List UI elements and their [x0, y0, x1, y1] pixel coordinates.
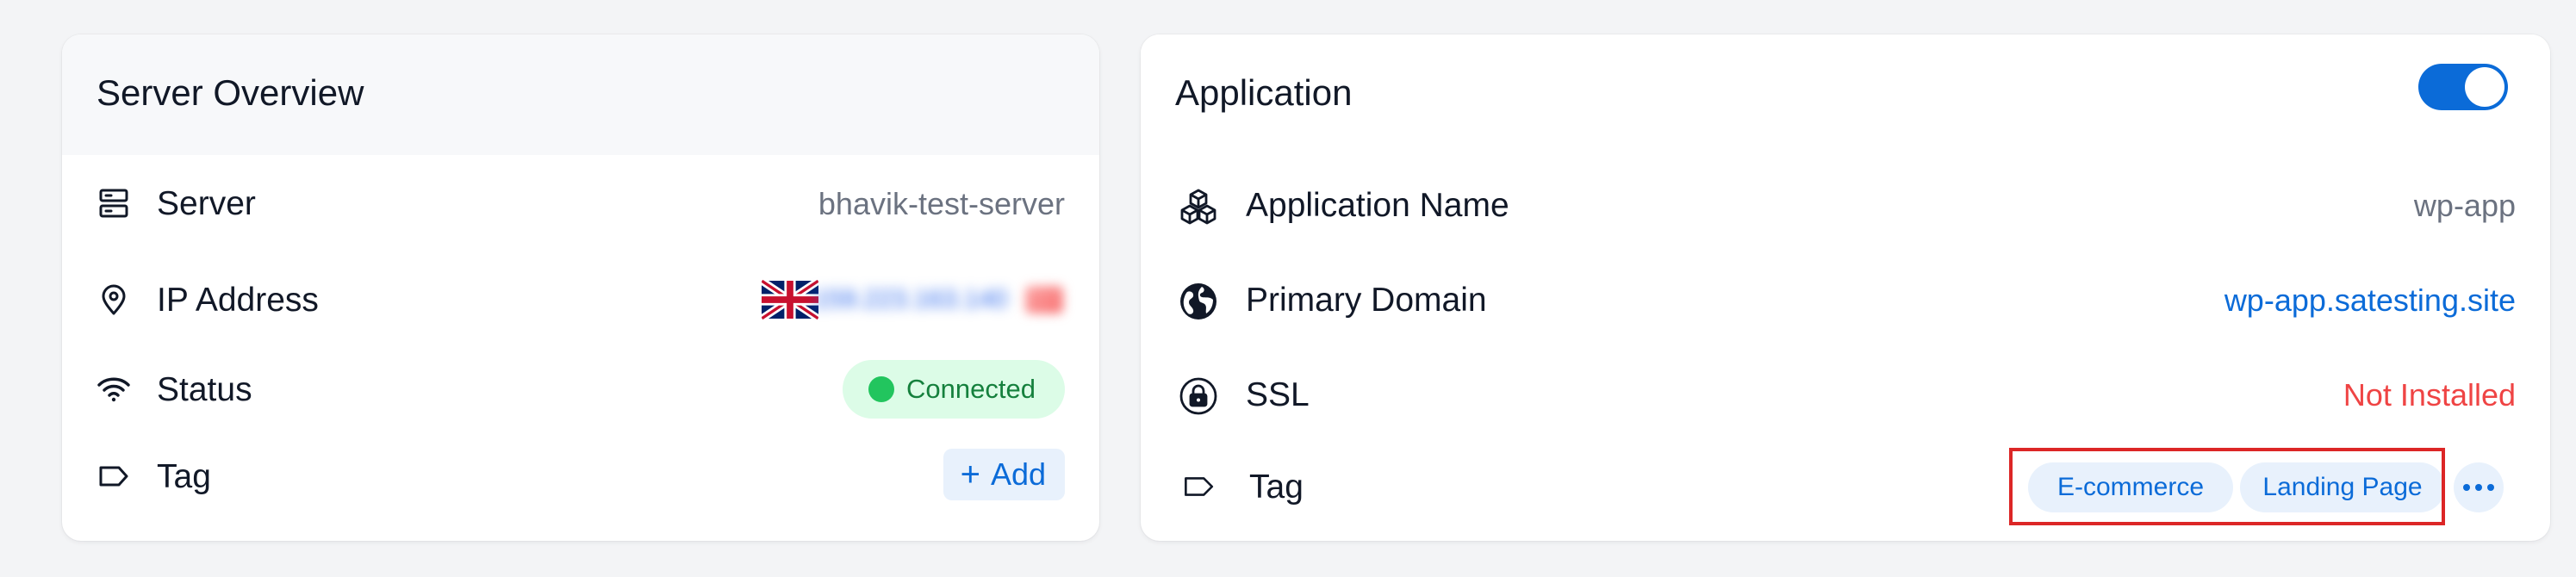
- primary-domain-link[interactable]: wp-app.satesting.site: [2224, 282, 2516, 319]
- server-icon: [99, 189, 128, 218]
- status-row: Status Connected: [62, 355, 1099, 424]
- status-badge: Connected: [843, 360, 1065, 419]
- server-tag-row: Tag + Add: [62, 442, 1099, 511]
- tag-icon: [99, 466, 128, 487]
- server-tag-label: Tag: [157, 458, 211, 495]
- application-name-row: Application Name wp-app: [1141, 171, 2550, 239]
- globe-icon: [1180, 283, 1216, 320]
- primary-domain-row: Primary Domain wp-app.satesting.site: [1141, 265, 2550, 334]
- plus-icon: +: [960, 456, 980, 493]
- server-label: Server: [157, 185, 256, 222]
- primary-domain-label: Primary Domain: [1246, 282, 1487, 319]
- server-row: Server bhavik-test-server: [62, 169, 1099, 238]
- tags-highlight-box: [2009, 448, 2445, 525]
- server-name-value: bhavik-test-server: [818, 186, 1065, 221]
- ssl-status-value: Not Installed: [2343, 377, 2516, 413]
- ssl-row: SSL Not Installed: [1141, 360, 2550, 429]
- application-name-value: wp-app: [2413, 188, 2516, 223]
- more-dot-icon: [2487, 484, 2494, 491]
- server-overview-header: Server Overview: [62, 34, 1099, 155]
- more-tags-button[interactable]: [2454, 462, 2504, 512]
- server-overview-title: Server Overview: [96, 72, 364, 113]
- map-pin-icon: [102, 284, 126, 315]
- copy-icon[interactable]: [1025, 286, 1063, 313]
- status-label: Status: [157, 371, 252, 408]
- application-header: Application: [1141, 34, 2550, 155]
- application-name-label: Application Name: [1246, 187, 1509, 224]
- wifi-icon: [97, 377, 130, 402]
- add-tag-label: Add: [990, 456, 1046, 492]
- cubes-icon: [1180, 189, 1216, 225]
- more-dot-icon: [2463, 484, 2470, 491]
- ssl-label: SSL: [1246, 376, 1310, 413]
- ip-address-text: 159.223.163.140: [813, 285, 1008, 313]
- ip-address-value[interactable]: 159.223.163.140: [813, 284, 1065, 315]
- more-dot-icon: [2475, 484, 2482, 491]
- server-overview-card: Server Overview Server bhavik-test-serve…: [62, 34, 1099, 541]
- toggle-knob: [2465, 67, 2504, 107]
- lock-icon: [1179, 377, 1217, 415]
- status-dot-icon: [868, 376, 895, 402]
- tag-icon: [1185, 477, 1214, 496]
- application-toggle[interactable]: [2418, 64, 2508, 110]
- united-kingdom-flag-icon: [762, 279, 818, 320]
- add-tag-button[interactable]: + Add: [943, 449, 1065, 500]
- status-value: Connected: [906, 374, 1036, 404]
- ip-address-row: IP Address 159.223.163.140: [62, 265, 1099, 334]
- ip-address-label: IP Address: [157, 282, 319, 319]
- application-tag-label: Tag: [1249, 468, 1304, 506]
- application-title: Application: [1175, 72, 1353, 113]
